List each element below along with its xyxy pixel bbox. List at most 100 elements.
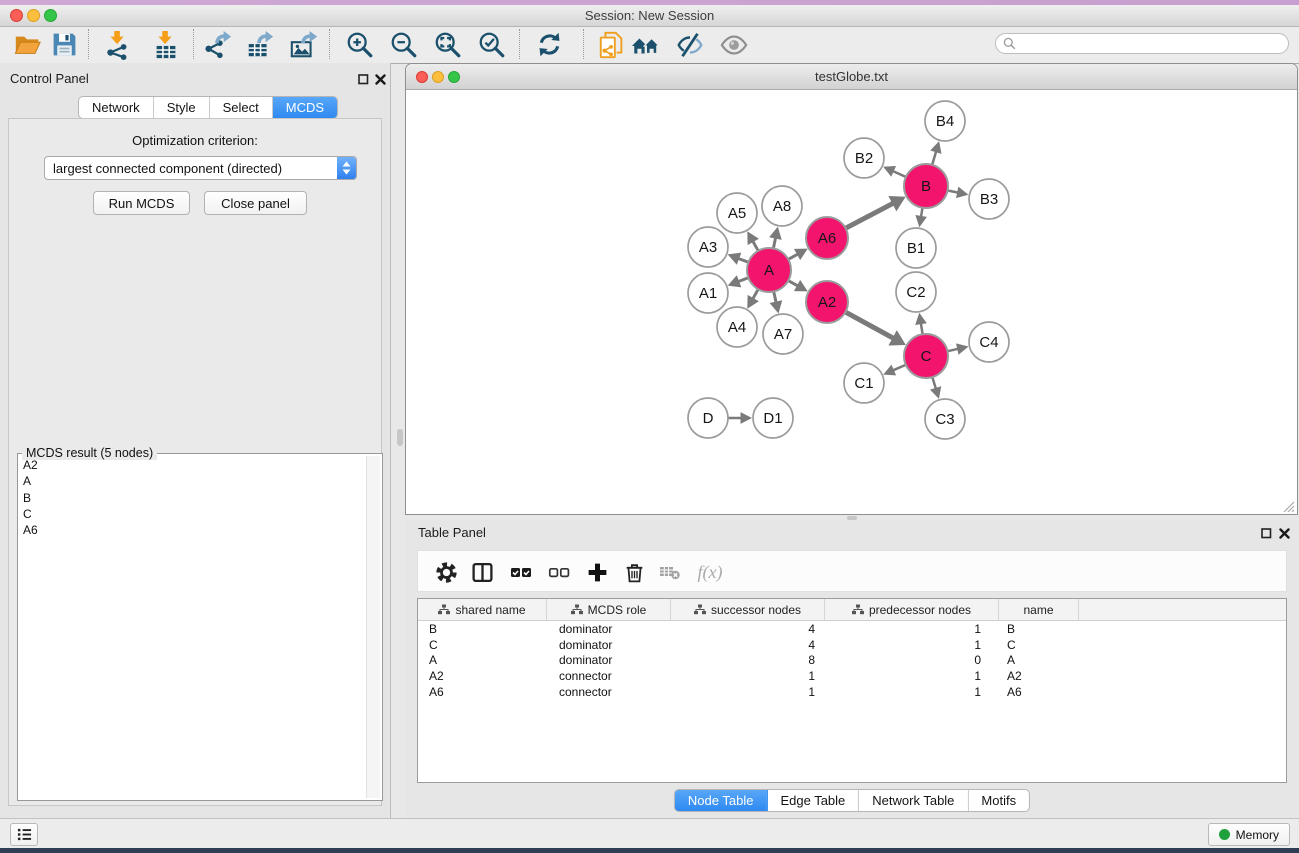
table-cell[interactable]: B [418, 622, 547, 636]
graph-node-C2[interactable]: C2 [896, 272, 936, 312]
table-cell[interactable]: 1 [825, 638, 999, 652]
table-row[interactable]: Cdominator41C [418, 637, 1286, 653]
search-field[interactable] [995, 33, 1289, 54]
table-tab-node-table[interactable]: Node Table [675, 790, 768, 811]
show-columns-button[interactable] [468, 558, 496, 586]
run-mcds-button[interactable]: Run MCDS [93, 191, 190, 215]
table-tab-network-table[interactable]: Network Table [859, 790, 968, 811]
column-header-name[interactable]: name [999, 599, 1079, 620]
table-cell[interactable]: C [418, 638, 547, 652]
network-window-titlebar[interactable]: testGlobe.txt [406, 64, 1297, 90]
show-task-history-button[interactable] [10, 823, 38, 846]
apply-function-button[interactable]: f(x) [690, 558, 730, 586]
graph-edge-A-A8[interactable] [769, 227, 782, 250]
graph-node-C3[interactable]: C3 [925, 399, 965, 439]
result-item[interactable]: A [20, 473, 365, 489]
tab-mcds[interactable]: MCDS [273, 97, 337, 118]
table-cell[interactable]: A6 [418, 685, 547, 699]
import-network-from-ndex-button[interactable] [594, 28, 630, 61]
table-cell[interactable]: 1 [671, 669, 825, 683]
column-header-predecessor-nodes[interactable]: predecessor nodes [825, 599, 999, 620]
table-row[interactable]: A6connector11A6 [418, 684, 1286, 700]
table-cell[interactable]: dominator [547, 653, 671, 667]
table-tab-edge-table[interactable]: Edge Table [767, 790, 859, 811]
graph-node-B4[interactable]: B4 [925, 101, 965, 141]
graph-edge-B-B2[interactable] [883, 166, 907, 177]
close-panel-button[interactable] [374, 73, 387, 86]
zoom-fit-button[interactable] [430, 28, 466, 61]
table-tab-motifs[interactable]: Motifs [968, 790, 1029, 811]
graph-edge-A-A5[interactable] [747, 231, 759, 251]
export-network-button[interactable] [200, 28, 236, 61]
column-header-MCDS-role[interactable]: MCDS role [547, 599, 671, 620]
resize-grip-icon[interactable] [1281, 499, 1295, 513]
graph-node-B3[interactable]: B3 [969, 179, 1009, 219]
app-titlebar[interactable]: Session: New Session [0, 5, 1299, 27]
close-panel-action-button[interactable]: Close panel [204, 191, 307, 215]
table-cell[interactable]: A [418, 653, 547, 667]
table-cell[interactable]: 4 [671, 622, 825, 636]
graph-edge-B-B1[interactable] [915, 207, 927, 228]
refresh-button[interactable] [531, 28, 567, 61]
graph-node-B[interactable]: B [904, 164, 948, 208]
import-table-button[interactable] [148, 28, 184, 61]
memory-button[interactable]: Memory [1208, 823, 1290, 846]
mcds-result-list[interactable]: A2ABCA6 [20, 457, 365, 798]
graph-node-C[interactable]: C [904, 334, 948, 378]
graph-edge-A-A4[interactable] [747, 288, 759, 308]
graph-node-A3[interactable]: A3 [688, 227, 728, 267]
deselect-all-button[interactable] [545, 558, 573, 586]
table-cell[interactable]: 0 [825, 653, 999, 667]
graph-node-A4[interactable]: A4 [717, 307, 757, 347]
table-cell[interactable]: C [999, 638, 1079, 652]
table-cell[interactable]: 4 [671, 638, 825, 652]
graph-edge-C-C4[interactable] [946, 343, 968, 354]
column-header-shared-name[interactable]: shared name [418, 599, 547, 620]
home-button[interactable] [628, 28, 664, 61]
table-cell[interactable]: 1 [825, 669, 999, 683]
table-close-button[interactable] [1278, 527, 1291, 540]
table-cell[interactable]: A6 [999, 685, 1079, 699]
table-settings-button[interactable] [432, 558, 460, 586]
export-table-button[interactable] [242, 28, 278, 61]
hide-graphics-details-button[interactable] [672, 28, 708, 61]
graph-node-A6[interactable]: A6 [806, 217, 848, 259]
graph-edge-C-C1[interactable] [883, 364, 906, 375]
graph-edge-A-A6[interactable] [787, 249, 807, 261]
result-item[interactable]: C [20, 506, 365, 522]
tab-select[interactable]: Select [210, 97, 273, 118]
graph-node-B1[interactable]: B1 [896, 228, 936, 268]
network-graph[interactable]: B4B2BB3A5A8A6A3B1AA1C2A2A4A7C4CC1C3DD1 [407, 90, 1296, 514]
criterion-dropdown[interactable]: largest connected component (directed) [44, 156, 357, 180]
table-cell[interactable]: 1 [825, 685, 999, 699]
graph-edge-A-A3[interactable] [728, 253, 750, 265]
graph-node-A2[interactable]: A2 [806, 281, 848, 323]
table-cell[interactable]: dominator [547, 622, 671, 636]
tab-network[interactable]: Network [79, 97, 154, 118]
graph-edge-A-A2[interactable] [787, 280, 807, 292]
search-input[interactable] [1020, 36, 1288, 52]
zoom-out-button[interactable] [386, 28, 422, 61]
graph-node-A[interactable]: A [747, 248, 791, 292]
result-item[interactable]: A2 [20, 457, 365, 473]
delete-column-button[interactable] [620, 558, 648, 586]
graph-node-D[interactable]: D [688, 398, 728, 438]
float-panel-button[interactable] [357, 73, 370, 86]
graph-node-C1[interactable]: C1 [844, 363, 884, 403]
table-row[interactable]: Adominator80A [418, 653, 1286, 669]
result-item[interactable]: A6 [20, 522, 365, 538]
network-canvas[interactable]: B4B2BB3A5A8A6A3B1AA1C2A2A4A7C4CC1C3DD1 [407, 90, 1296, 514]
column-header-successor-nodes[interactable]: successor nodes [671, 599, 825, 620]
table-cell[interactable]: dominator [547, 638, 671, 652]
table-cell[interactable]: connector [547, 685, 671, 699]
graph-node-A5[interactable]: A5 [717, 193, 757, 233]
zoom-in-button[interactable] [342, 28, 378, 61]
import-network-button[interactable] [100, 28, 136, 61]
create-column-button[interactable] [583, 558, 611, 586]
graph-edge-C-C2[interactable] [915, 313, 927, 336]
open-session-button[interactable] [10, 28, 46, 61]
graph-node-A1[interactable]: A1 [688, 273, 728, 313]
graph-node-A7[interactable]: A7 [763, 314, 803, 354]
export-image-button[interactable] [286, 28, 322, 61]
graph-edge-B-B4[interactable] [930, 141, 941, 166]
